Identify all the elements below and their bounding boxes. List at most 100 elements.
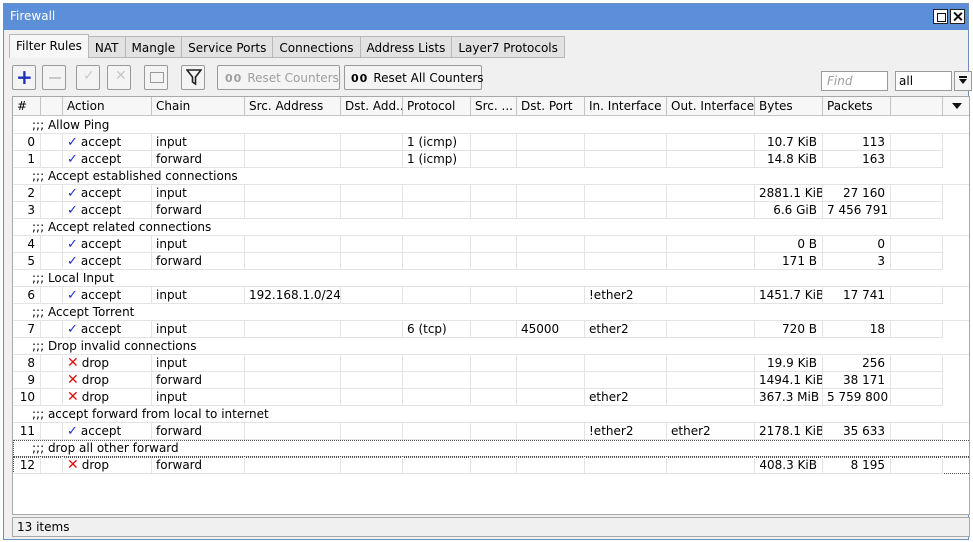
scope-select[interactable]: all <box>895 71 952 91</box>
find-input[interactable]: Find <box>821 71 888 91</box>
header-col-src-port[interactable]: Src. ... <box>471 97 517 116</box>
cell-dst-port <box>517 457 585 474</box>
cell-src-address <box>245 457 341 474</box>
accept-icon: ✓ <box>67 203 78 218</box>
comment-row[interactable]: ;;; Accept Torrent <box>13 304 969 321</box>
cell-packets: 163 <box>823 151 891 168</box>
table-row[interactable]: 7 ✓ accept input 6 (tcp) 45000 ether2 720 B 18 <box>13 321 969 338</box>
header-col-dst-port[interactable]: Dst. Port <box>517 97 585 116</box>
cell-src-address <box>245 253 341 270</box>
cell-in-interface <box>585 457 667 474</box>
cell-dst-address <box>341 253 403 270</box>
cell-protocol: 6 (tcp) <box>403 321 471 338</box>
cell-in-interface <box>585 236 667 253</box>
table-row[interactable]: 2 ✓ accept input 2881.1 KiB 27 160 <box>13 185 969 202</box>
accept-icon: ✓ <box>67 237 78 252</box>
table-row[interactable]: 8 ✕ drop input 19.9 KiB 256 <box>13 355 969 372</box>
comment-row[interactable]: ;;; Accept established connections <box>13 168 969 185</box>
column-menu-icon[interactable] <box>952 103 962 109</box>
cell-src-address <box>245 134 341 151</box>
table-row[interactable]: 12 ✕ drop forward 408.3 KiB 8 195 <box>13 457 969 474</box>
action-label: accept <box>80 254 122 268</box>
counter-icon: 00 <box>225 72 243 85</box>
tab-connections[interactable]: Connections <box>273 36 361 58</box>
header-col-flag[interactable] <box>41 97 63 116</box>
cell-flag <box>41 355 63 372</box>
header-col-bytes[interactable]: Bytes <box>755 97 823 116</box>
header-col-action[interactable]: Action <box>63 97 152 116</box>
cell-protocol <box>403 236 471 253</box>
cell-protocol <box>403 253 471 270</box>
drop-icon: ✕ <box>67 372 79 388</box>
header-col-extra[interactable] <box>891 97 943 116</box>
comment-row[interactable]: ;;; Local Input <box>13 270 969 287</box>
header-col-chain[interactable]: Chain <box>152 97 245 116</box>
header-col-protocol[interactable]: Protocol <box>403 97 471 116</box>
cell-flag <box>41 457 63 474</box>
header-col-in-interface[interactable]: In. Interface <box>585 97 667 116</box>
tab-mangle[interactable]: Mangle <box>125 36 183 58</box>
cell-dst-address <box>341 185 403 202</box>
cell-packets: 35 633 <box>823 423 891 440</box>
cell-action: ✓ accept <box>63 185 152 202</box>
add-button[interactable]: + <box>12 65 36 90</box>
comment-row[interactable]: ;;; drop all other forward <box>13 440 969 457</box>
comment-row[interactable]: ;;; Drop invalid connections <box>13 338 969 355</box>
tab-service-ports[interactable]: Service Ports <box>182 36 274 58</box>
comment-row[interactable]: ;;; accept forward from local to interne… <box>13 406 969 423</box>
cell-chain: forward <box>152 253 245 270</box>
table-row[interactable]: 11 ✓ accept forward !ether2 ether2 2178.1 KiB 3… <box>13 423 969 440</box>
header-col-src-address[interactable]: Src. Address <box>245 97 341 116</box>
tab-address-lists[interactable]: Address Lists <box>360 36 453 58</box>
enable-button[interactable]: ✓ <box>76 65 100 90</box>
comment-row[interactable]: ;;; Accept related connections <box>13 219 969 236</box>
table-row[interactable]: 5 ✓ accept forward 171 B3 <box>13 253 969 270</box>
header-col-number[interactable]: # <box>13 97 41 116</box>
tab-nat[interactable]: NAT <box>88 36 126 58</box>
cell-number: 7 <box>13 321 41 338</box>
cell-chain: input <box>152 185 245 202</box>
comment-button[interactable] <box>144 65 168 90</box>
cell-src-port <box>471 202 517 219</box>
drop-icon: ✕ <box>67 457 79 473</box>
cell-chain: forward <box>152 151 245 168</box>
table-row[interactable]: 0 ✓ accept input 1 (icmp) 10.7 KiB 113 <box>13 134 969 151</box>
table-row[interactable]: 10 ✕ drop input ether2 367.3 MiB 5 759 800 <box>13 389 969 406</box>
remove-button[interactable] <box>42 65 66 90</box>
header-col-out-interface[interactable]: Out. Interface <box>667 97 755 116</box>
cell-action: ✓ accept <box>63 202 152 219</box>
filter-button[interactable] <box>181 65 205 90</box>
comment-row[interactable]: ;;; Allow Ping <box>13 117 969 134</box>
cell-flag <box>41 151 63 168</box>
cell-protocol <box>403 287 471 304</box>
cell-dst-address <box>341 202 403 219</box>
cell-src-port <box>471 134 517 151</box>
reset-all-counters-button[interactable]: 00 Reset All Counters <box>344 65 484 90</box>
scope-dropdown-arrow[interactable] <box>954 71 972 91</box>
header-col-packets[interactable]: Packets <box>823 97 891 116</box>
cell-number: 2 <box>13 185 41 202</box>
header-col-dst-address[interactable]: Dst. Add... <box>341 97 403 116</box>
restore-window-button[interactable] <box>933 9 948 24</box>
cell-out-interface: ether2 <box>667 423 755 440</box>
titlebar[interactable]: Firewall <box>4 4 968 30</box>
tab-layer7-protocols[interactable]: Layer7 Protocols <box>452 36 565 58</box>
cell-flag <box>41 185 63 202</box>
table-row[interactable]: 9 ✕ drop forward 1494.1 KiB 38 171 <box>13 372 969 389</box>
table-row[interactable]: 4 ✓ accept input 0 B0 <box>13 236 969 253</box>
table-row[interactable]: 3 ✓ accept forward 6.6 GiB 7 456 791 <box>13 202 969 219</box>
cell-src-port <box>471 355 517 372</box>
close-window-button[interactable] <box>950 9 965 24</box>
table-row[interactable]: 6 ✓ accept input 192.168.1.0/24 !ether2 1451.7… <box>13 287 969 304</box>
disable-button[interactable]: ✕ <box>107 65 131 90</box>
cell-flag <box>41 372 63 389</box>
cell-src-port <box>471 389 517 406</box>
reset-counters-button[interactable]: 00 Reset Counters <box>217 65 340 90</box>
cell-bytes: 720 B <box>755 321 823 338</box>
cell-src-port <box>471 457 517 474</box>
cell-number: 8 <box>13 355 41 372</box>
table-row[interactable]: 1 ✓ accept forward 1 (icmp) 14.8 KiB 163 <box>13 151 969 168</box>
cell-src-address <box>245 423 341 440</box>
cell-action: ✕ drop <box>63 389 152 406</box>
tab-filter-rules[interactable]: Filter Rules <box>9 34 89 58</box>
